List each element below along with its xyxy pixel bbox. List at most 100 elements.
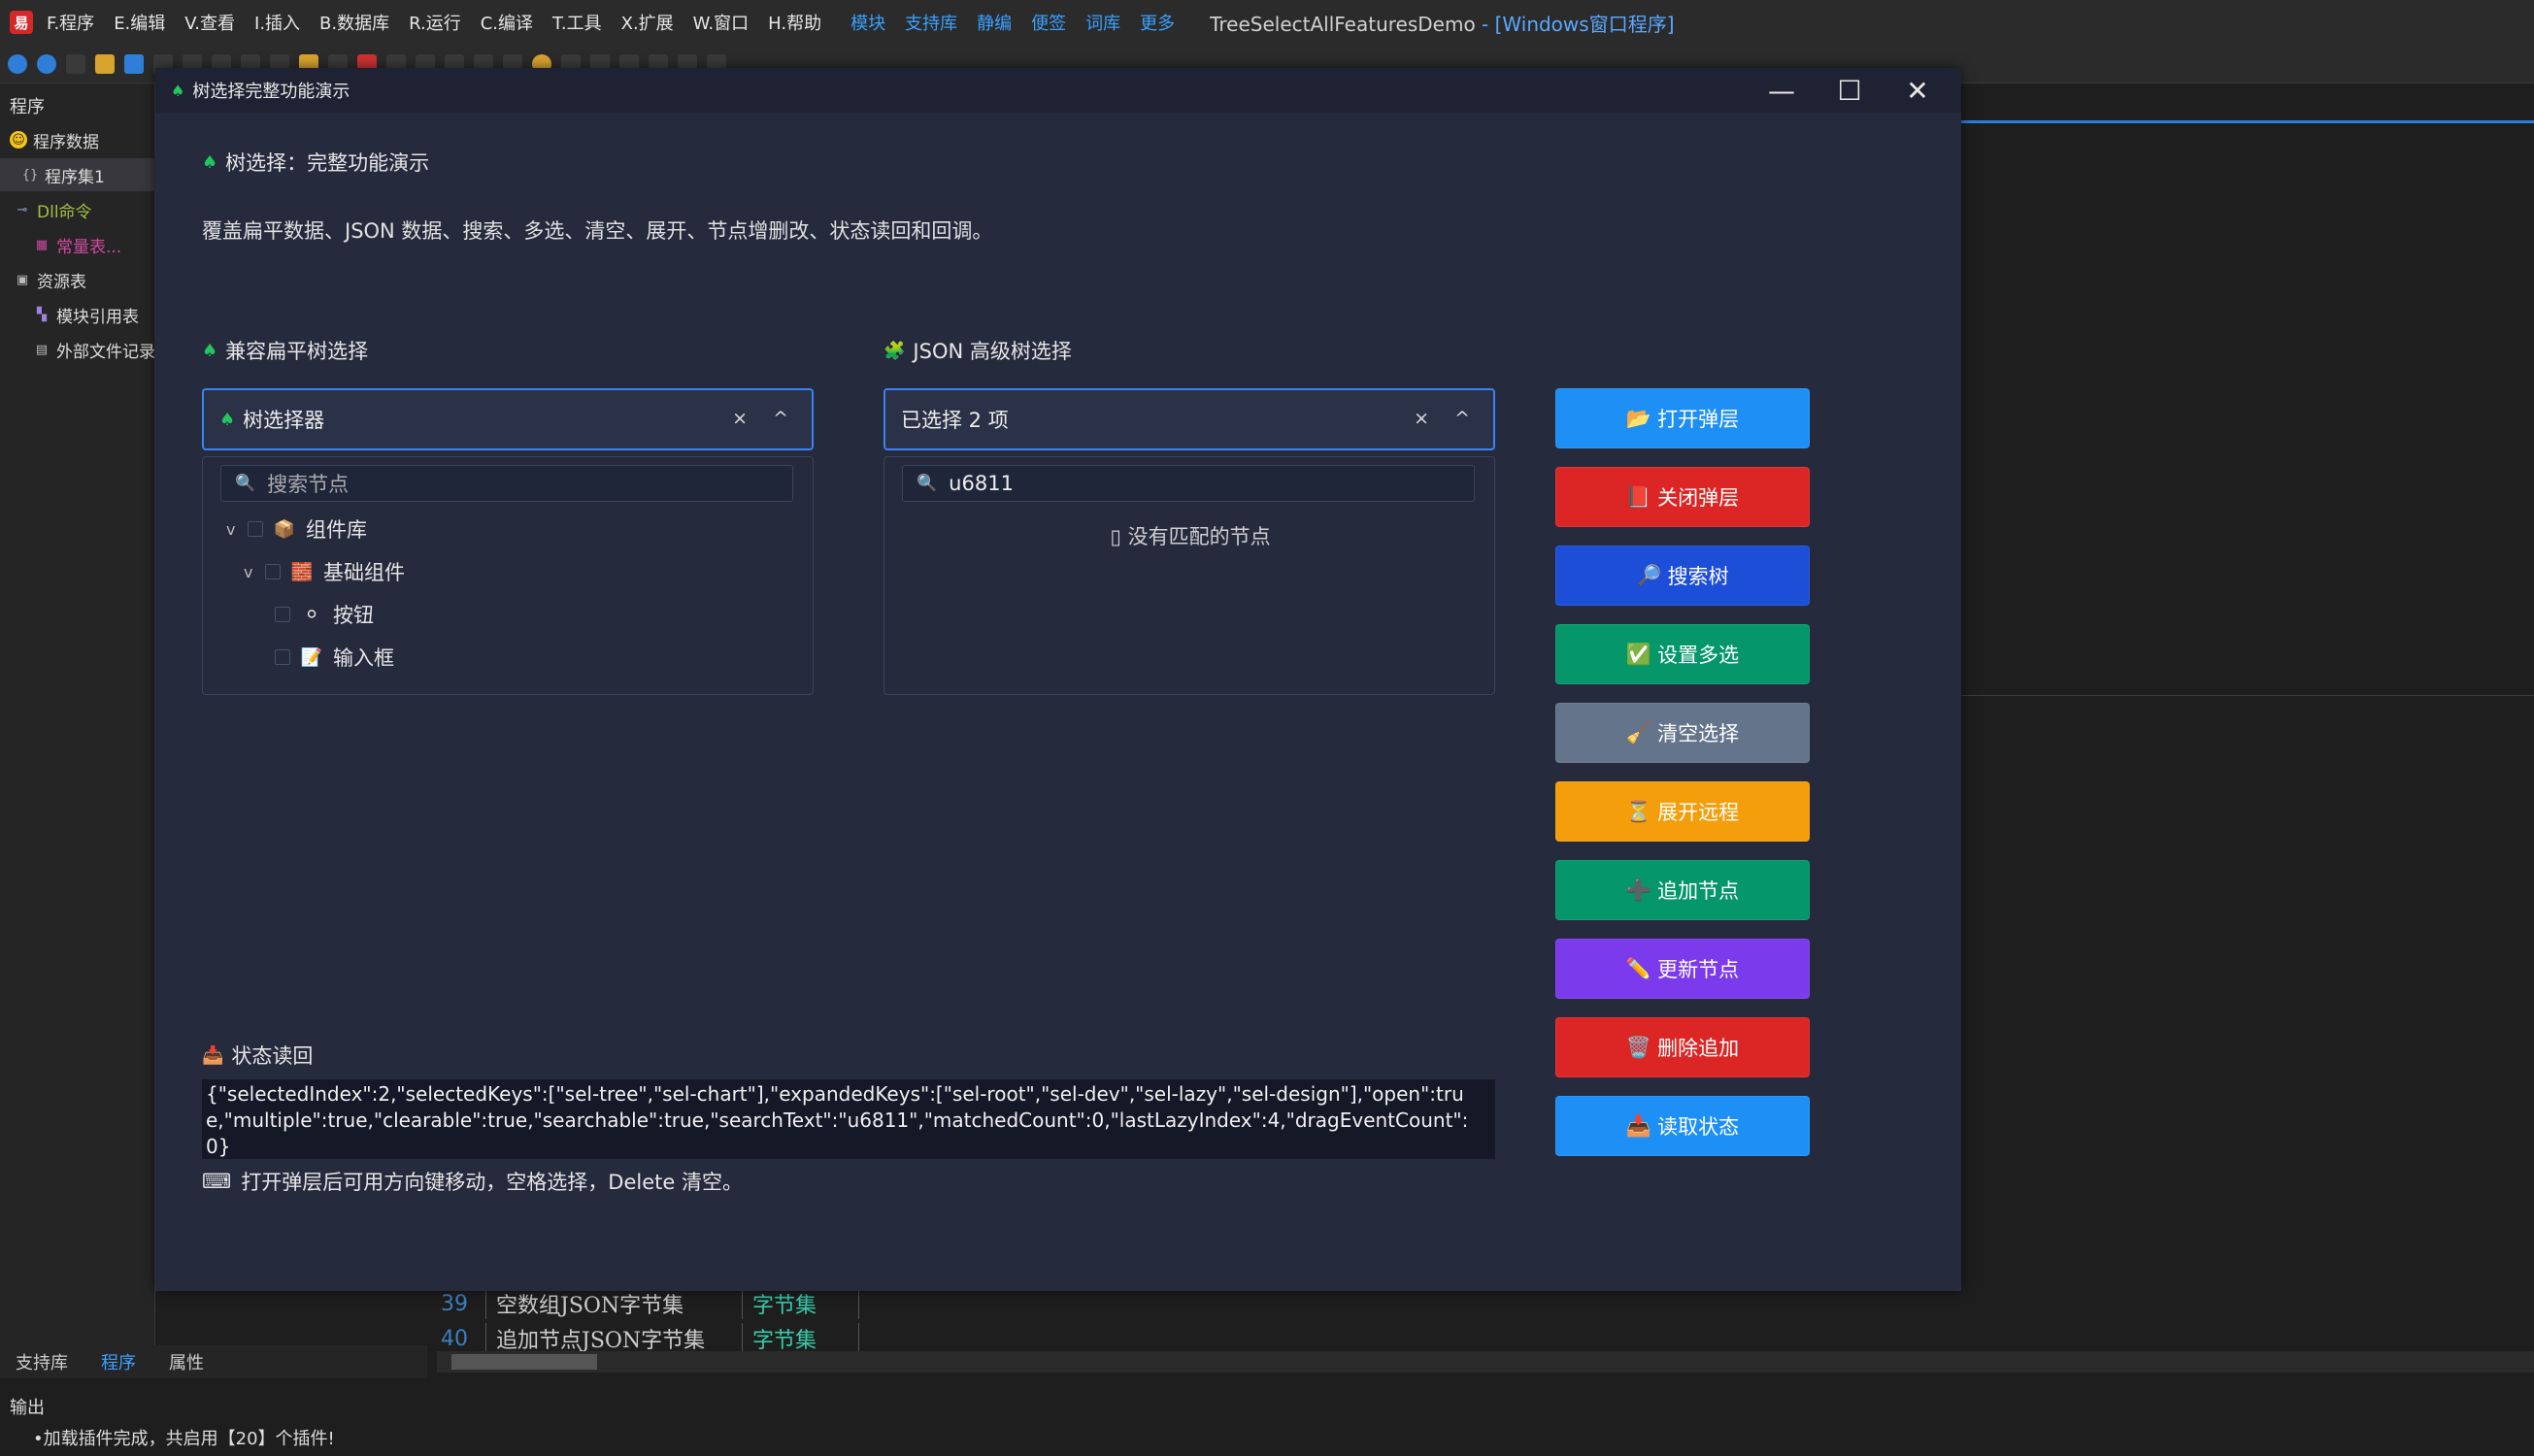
trash-icon: 🗑️ <box>1625 1035 1652 1059</box>
search-icon: 🔎 <box>1636 563 1662 587</box>
table-icon: ▦ <box>35 237 49 252</box>
menu-edit[interactable]: E.编辑 <box>114 10 165 35</box>
update-node-button[interactable]: ✏️ 更新节点 <box>1555 939 1810 999</box>
tree-node-basic-components[interactable]: v 🧱 基础组件 <box>244 552 405 591</box>
inbox-icon: 📥 <box>202 1044 224 1066</box>
tree-item-external-files[interactable]: ▤ 外部文件记录 <box>0 333 155 366</box>
status-output: {"selectedIndex":2,"selectedKeys":["sel-… <box>202 1079 1495 1159</box>
braces-icon: {} <box>21 167 39 182</box>
save-icon[interactable] <box>124 53 144 74</box>
menu-extend[interactable]: X.扩展 <box>621 10 674 35</box>
hourglass-icon: ⏳ <box>1625 799 1652 823</box>
link-dictionary[interactable]: 词库 <box>1085 10 1120 35</box>
pencil-icon: ✏️ <box>1625 956 1652 980</box>
output-message: •加载插件完成，共启用【20】个插件! <box>33 1429 335 1449</box>
node-checkbox[interactable] <box>265 564 281 579</box>
delete-appended-button[interactable]: 🗑️ 删除追加 <box>1555 1017 1810 1077</box>
table-row[interactable]: 39 空数组JSON字节集 字节集 <box>427 1286 1068 1321</box>
tab-program[interactable]: 程序 <box>101 1349 136 1374</box>
chevron-down-icon[interactable]: v <box>244 563 255 581</box>
tree-icon: ♠ <box>202 340 218 361</box>
tab-properties[interactable]: 属性 <box>169 1349 204 1374</box>
broom-icon: 🧹 <box>1625 720 1652 745</box>
tree-select-demo-window: ♠ 树选择完整功能演示 — ☐ ✕ ♠ 树选择：完整功能演示 覆盖扁平数据、JS… <box>155 68 1961 1291</box>
open-popup-button[interactable]: 📂 打开弹层 <box>1555 388 1810 448</box>
bricks-icon: 🧱 <box>290 561 314 582</box>
new-icon[interactable] <box>66 53 85 74</box>
tab-support-lib[interactable]: 支持库 <box>16 1349 68 1374</box>
check-icon: ✅ <box>1625 642 1652 666</box>
tree-item-resources[interactable]: ▣ 资源表 <box>0 263 155 296</box>
file-icon: ▤ <box>35 342 49 357</box>
box-icon: 📦 <box>273 518 296 540</box>
smiley-icon: ☺ <box>10 131 27 149</box>
book-icon: 📕 <box>1625 484 1652 509</box>
menu-help[interactable]: H.帮助 <box>768 10 821 35</box>
chevron-down-icon[interactable]: v <box>226 520 238 539</box>
memo-icon: 📝 <box>300 646 323 668</box>
tree-item-modules[interactable]: ▚ 模块引用表 <box>0 298 155 331</box>
append-node-button[interactable]: ➕ 追加节点 <box>1555 860 1810 920</box>
output-panel-title: 输出 <box>10 1398 45 1418</box>
json-tree-search[interactable]: 🔍 u6811 <box>902 465 1475 502</box>
maximize-button[interactable]: ☐ <box>1816 68 1884 113</box>
tree-icon: ♠ <box>202 151 218 173</box>
tree-item-constants[interactable]: ▦ 常量表... <box>0 228 155 261</box>
page-description: 覆盖扁平数据、JSON 数据、搜索、多选、清空、展开、节点增删改、状态读回和回调… <box>202 219 993 243</box>
node-checkbox[interactable] <box>275 649 290 665</box>
link-support-lib[interactable]: 支持库 <box>905 10 957 35</box>
search-icon: 🔍 <box>235 474 256 493</box>
select-value: 已选择 2 项 <box>901 409 1009 432</box>
clear-selection-button[interactable]: 🧹 清空选择 <box>1555 703 1810 763</box>
ide-window-title: TreeSelectAllFeaturesDemo - [Windows窗口程序… <box>1210 12 1675 36</box>
menu-window[interactable]: W.窗口 <box>693 10 749 35</box>
menu-compile[interactable]: C.编译 <box>481 10 533 35</box>
set-multiple-button[interactable]: ✅ 设置多选 <box>1555 624 1810 684</box>
flat-tree-search[interactable]: 🔍 搜索节点 <box>220 465 793 502</box>
close-button[interactable]: ✕ <box>1884 68 1951 113</box>
link-notes[interactable]: 便签 <box>1031 10 1066 35</box>
plus-icon: ➕ <box>1625 877 1652 902</box>
minimize-button[interactable]: — <box>1748 68 1816 113</box>
tree-item-program-data[interactable]: ☺ 程序数据 <box>0 123 155 156</box>
tree-icon: ♠ <box>219 409 236 430</box>
clear-toggle-controls[interactable]: × ^ <box>1414 408 1480 429</box>
flat-tree-select[interactable]: ♠ 树选择器 × ^ <box>202 388 814 450</box>
link-static[interactable]: 静编 <box>977 10 1012 35</box>
editor-tab-indicator <box>1961 120 2534 123</box>
tree-icon: ♠ <box>171 81 185 100</box>
expand-remote-button[interactable]: ⏳ 展开远程 <box>1555 781 1810 842</box>
search-tree-button[interactable]: 🔎 搜索树 <box>1555 546 1810 606</box>
json-tree-dropdown: 🔍 u6811 ▯ 没有匹配的节点 <box>884 456 1495 695</box>
scrollbar-thumb[interactable] <box>451 1354 597 1370</box>
link-more[interactable]: 更多 <box>1140 10 1175 35</box>
read-state-button[interactable]: 📥 读取状态 <box>1555 1096 1810 1156</box>
window-titlebar[interactable]: ♠ 树选择完整功能演示 — ☐ ✕ <box>155 68 1961 113</box>
tree-node-component-lib[interactable]: v 📦 组件库 <box>226 510 367 548</box>
clear-toggle-controls[interactable]: × ^ <box>732 408 798 429</box>
json-tree-select[interactable]: 已选择 2 项 × ^ <box>884 388 1495 450</box>
horizontal-scrollbar[interactable] <box>437 1351 2534 1373</box>
node-checkbox[interactable] <box>275 607 290 622</box>
menu-database[interactable]: B.数据库 <box>319 10 389 35</box>
tree-item-dll[interactable]: ⊸ Dll命令 <box>0 193 155 226</box>
menu-view[interactable]: V.查看 <box>184 10 235 35</box>
node-checkbox[interactable] <box>248 521 263 537</box>
menu-tools[interactable]: T.工具 <box>552 10 602 35</box>
link-icon: ⊸ <box>17 202 28 217</box>
menu-insert[interactable]: I.插入 <box>254 10 300 35</box>
tree-item-assembly[interactable]: {} 程序集1 <box>0 158 155 191</box>
close-popup-button[interactable]: 📕 关闭弹层 <box>1555 467 1810 527</box>
json-tree-section-title: 🧩 JSON 高级树选择 <box>884 340 1072 363</box>
back-icon[interactable] <box>8 53 27 74</box>
menu-run[interactable]: R.运行 <box>409 10 461 35</box>
tree-node-button[interactable]: ⚪ 按钮 <box>275 595 374 634</box>
module-icon: ▚ <box>37 307 47 322</box>
tree-node-input[interactable]: 📝 输入框 <box>275 638 394 677</box>
keyboard-icon: ⌨ <box>202 1170 232 1193</box>
open-icon[interactable] <box>95 53 115 74</box>
link-module[interactable]: 模块 <box>850 10 885 35</box>
menu-program[interactable]: F.程序 <box>47 10 94 35</box>
forward-icon[interactable] <box>37 53 56 74</box>
editor-divider <box>1961 695 2534 696</box>
